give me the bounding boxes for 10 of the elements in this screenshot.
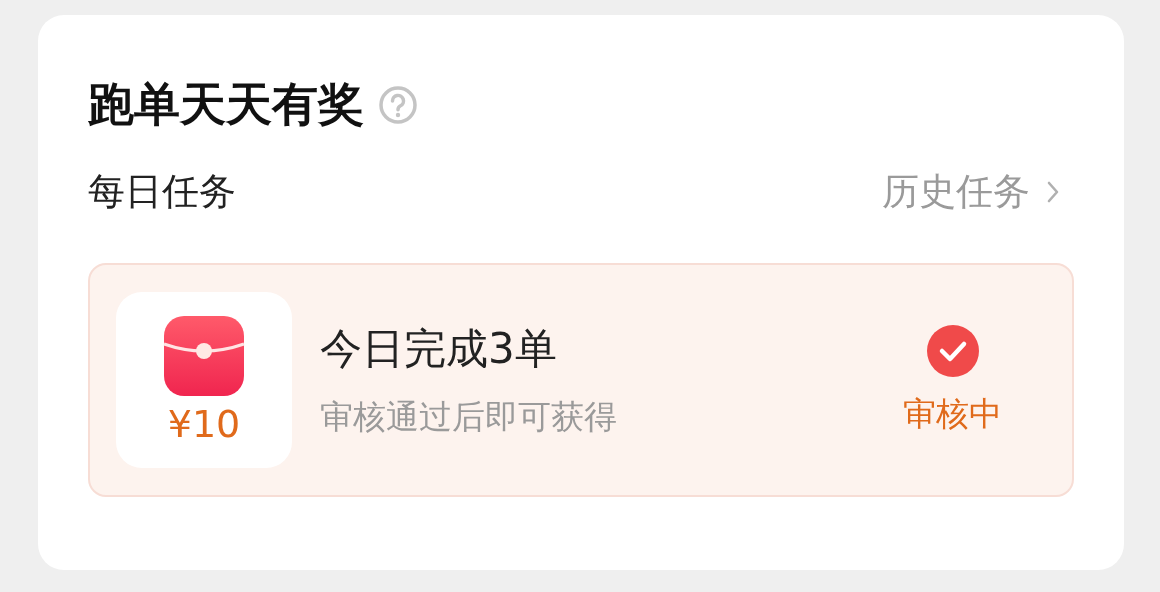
section-label: 每日任务: [88, 169, 236, 215]
status-label: 审核中: [903, 392, 1002, 435]
envelope-icon: [162, 314, 246, 398]
task-title: 今日完成3单: [320, 322, 558, 375]
history-link[interactable]: 历史任务: [882, 167, 1060, 217]
card-title: 跑单天天有奖: [88, 76, 364, 133]
reward-amount: ¥10: [167, 402, 241, 446]
task-subtitle: 审核通过后即可获得: [320, 395, 618, 438]
help-icon[interactable]: [378, 85, 418, 125]
chevron-right-icon: [1046, 180, 1060, 204]
